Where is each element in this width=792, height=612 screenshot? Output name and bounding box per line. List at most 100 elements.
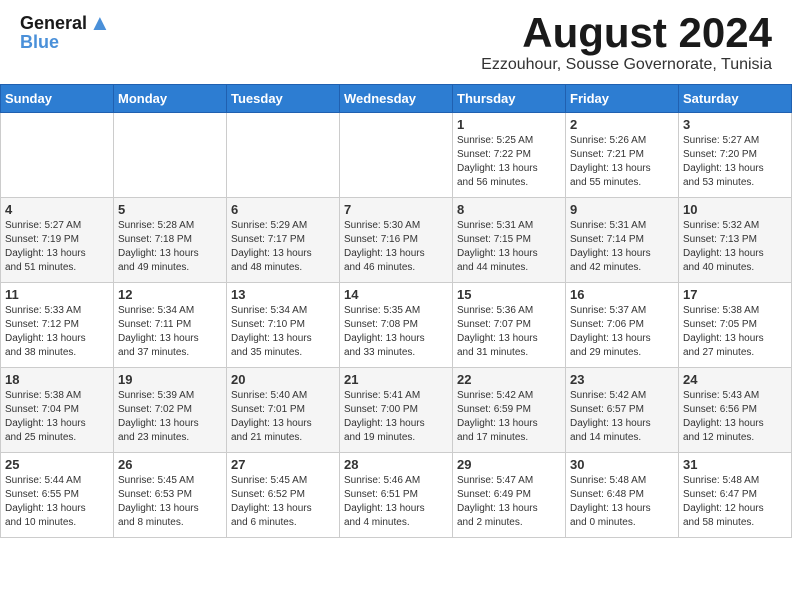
calendar-week-row: 25 Sunrise: 5:44 AM Sunset: 6:55 PM Dayli…	[1, 453, 792, 538]
day-info: Sunrise: 5:48 AM Sunset: 6:47 PM Dayligh…	[683, 474, 787, 530]
calendar-week-row: 4Sunrise: 5:27 AM Sunset: 7:19 PM Daylig…	[1, 198, 792, 283]
calendar-cell: 22 Sunrise: 5:42 AM Sunset: 6:59 PM Dayli…	[453, 368, 566, 453]
day-number: 10	[683, 202, 787, 217]
day-number: 17	[683, 287, 787, 302]
weekday-header: Tuesday	[227, 85, 340, 113]
calendar-header-row: SundayMondayTuesdayWednesdayThursdayFrid…	[1, 85, 792, 113]
day-number: 6	[231, 202, 335, 217]
day-info: Sunrise: 5:41 AM Sunset: 7:00 PM Dayligh…	[344, 389, 448, 445]
calendar-cell: 9 Sunrise: 5:31 AM Sunset: 7:14 PM Daylig…	[566, 198, 679, 283]
calendar-cell: 1 Sunrise: 5:25 AM Sunset: 7:22 PM Daylig…	[453, 113, 566, 198]
day-info: Sunrise: 5:35 AM Sunset: 7:08 PM Dayligh…	[344, 304, 448, 360]
calendar-cell	[1, 113, 114, 198]
calendar-cell: 13 Sunrise: 5:34 AM Sunset: 7:10 PM Dayli…	[227, 283, 340, 368]
weekday-header: Thursday	[453, 85, 566, 113]
day-info: Sunrise: 5:44 AM Sunset: 6:55 PM Dayligh…	[5, 474, 109, 530]
weekday-header: Monday	[114, 85, 227, 113]
calendar-cell: 29 Sunrise: 5:47 AM Sunset: 6:49 PM Dayli…	[453, 453, 566, 538]
calendar-cell: 2 Sunrise: 5:26 AM Sunset: 7:21 PM Daylig…	[566, 113, 679, 198]
weekday-header: Wednesday	[340, 85, 453, 113]
calendar-cell: 26Sunrise: 5:45 AM Sunset: 6:53 PM Dayli…	[114, 453, 227, 538]
page-header: General ▲ Blue August 2024 Ezzouhour, So…	[0, 0, 792, 79]
day-number: 27	[231, 457, 335, 472]
calendar-cell: 4Sunrise: 5:27 AM Sunset: 7:19 PM Daylig…	[1, 198, 114, 283]
calendar-cell: 23 Sunrise: 5:42 AM Sunset: 6:57 PM Dayli…	[566, 368, 679, 453]
logo-blue-text: Blue	[20, 32, 59, 53]
calendar-week-row: 18 Sunrise: 5:38 AM Sunset: 7:04 PM Dayli…	[1, 368, 792, 453]
day-number: 18	[5, 372, 109, 387]
day-number: 16	[570, 287, 674, 302]
day-info: Sunrise: 5:34 AM Sunset: 7:11 PM Dayligh…	[118, 304, 222, 360]
calendar-cell: 7Sunrise: 5:30 AM Sunset: 7:16 PM Daylig…	[340, 198, 453, 283]
calendar-cell: 27 Sunrise: 5:45 AM Sunset: 6:52 PM Dayli…	[227, 453, 340, 538]
logo: General ▲ Blue	[20, 10, 111, 53]
day-info: Sunrise: 5:40 AM Sunset: 7:01 PM Dayligh…	[231, 389, 335, 445]
day-number: 22	[457, 372, 561, 387]
day-info: Sunrise: 5:25 AM Sunset: 7:22 PM Dayligh…	[457, 134, 561, 190]
day-number: 7	[344, 202, 448, 217]
day-info: Sunrise: 5:43 AM Sunset: 6:56 PM Dayligh…	[683, 389, 787, 445]
day-info: Sunrise: 5:27 AM Sunset: 7:19 PM Dayligh…	[5, 219, 109, 275]
calendar-cell: 31 Sunrise: 5:48 AM Sunset: 6:47 PM Dayli…	[679, 453, 792, 538]
day-info: Sunrise: 5:37 AM Sunset: 7:06 PM Dayligh…	[570, 304, 674, 360]
calendar-cell: 30 Sunrise: 5:48 AM Sunset: 6:48 PM Dayli…	[566, 453, 679, 538]
calendar-cell: 3Sunrise: 5:27 AM Sunset: 7:20 PM Daylig…	[679, 113, 792, 198]
day-number: 8	[457, 202, 561, 217]
day-info: Sunrise: 5:47 AM Sunset: 6:49 PM Dayligh…	[457, 474, 561, 530]
calendar-cell: 16 Sunrise: 5:37 AM Sunset: 7:06 PM Dayli…	[566, 283, 679, 368]
logo-bird-icon: ▲	[89, 10, 111, 36]
calendar-cell	[340, 113, 453, 198]
day-number: 21	[344, 372, 448, 387]
day-info: Sunrise: 5:32 AM Sunset: 7:13 PM Dayligh…	[683, 219, 787, 275]
logo-text: General	[20, 13, 87, 34]
calendar-week-row: 1 Sunrise: 5:25 AM Sunset: 7:22 PM Daylig…	[1, 113, 792, 198]
weekday-header: Friday	[566, 85, 679, 113]
calendar-cell: 10 Sunrise: 5:32 AM Sunset: 7:13 PM Dayli…	[679, 198, 792, 283]
day-info: Sunrise: 5:28 AM Sunset: 7:18 PM Dayligh…	[118, 219, 222, 275]
weekday-header: Sunday	[1, 85, 114, 113]
calendar-cell: 18 Sunrise: 5:38 AM Sunset: 7:04 PM Dayli…	[1, 368, 114, 453]
calendar-cell: 20 Sunrise: 5:40 AM Sunset: 7:01 PM Dayli…	[227, 368, 340, 453]
day-number: 15	[457, 287, 561, 302]
calendar-table: SundayMondayTuesdayWednesdayThursdayFrid…	[0, 84, 792, 538]
day-info: Sunrise: 5:31 AM Sunset: 7:14 PM Dayligh…	[570, 219, 674, 275]
day-info: Sunrise: 5:42 AM Sunset: 6:57 PM Dayligh…	[570, 389, 674, 445]
calendar-cell: 6Sunrise: 5:29 AM Sunset: 7:17 PM Daylig…	[227, 198, 340, 283]
day-info: Sunrise: 5:46 AM Sunset: 6:51 PM Dayligh…	[344, 474, 448, 530]
day-number: 25	[5, 457, 109, 472]
day-info: Sunrise: 5:42 AM Sunset: 6:59 PM Dayligh…	[457, 389, 561, 445]
month-title: August 2024	[481, 10, 772, 56]
day-info: Sunrise: 5:48 AM Sunset: 6:48 PM Dayligh…	[570, 474, 674, 530]
day-info: Sunrise: 5:26 AM Sunset: 7:21 PM Dayligh…	[570, 134, 674, 190]
location-subtitle: Ezzouhour, Sousse Governorate, Tunisia	[481, 56, 772, 74]
day-number: 29	[457, 457, 561, 472]
day-number: 1	[457, 117, 561, 132]
day-info: Sunrise: 5:38 AM Sunset: 7:04 PM Dayligh…	[5, 389, 109, 445]
calendar-cell: 8Sunrise: 5:31 AM Sunset: 7:15 PM Daylig…	[453, 198, 566, 283]
calendar-cell: 11Sunrise: 5:33 AM Sunset: 7:12 PM Dayli…	[1, 283, 114, 368]
day-info: Sunrise: 5:45 AM Sunset: 6:52 PM Dayligh…	[231, 474, 335, 530]
calendar-cell: 19Sunrise: 5:39 AM Sunset: 7:02 PM Dayli…	[114, 368, 227, 453]
day-number: 26	[118, 457, 222, 472]
day-number: 12	[118, 287, 222, 302]
day-number: 30	[570, 457, 674, 472]
day-info: Sunrise: 5:39 AM Sunset: 7:02 PM Dayligh…	[118, 389, 222, 445]
calendar-cell: 5Sunrise: 5:28 AM Sunset: 7:18 PM Daylig…	[114, 198, 227, 283]
calendar-cell: 24Sunrise: 5:43 AM Sunset: 6:56 PM Dayli…	[679, 368, 792, 453]
calendar-cell	[114, 113, 227, 198]
calendar-cell: 17Sunrise: 5:38 AM Sunset: 7:05 PM Dayli…	[679, 283, 792, 368]
calendar-cell: 12 Sunrise: 5:34 AM Sunset: 7:11 PM Dayli…	[114, 283, 227, 368]
day-number: 2	[570, 117, 674, 132]
day-number: 23	[570, 372, 674, 387]
day-number: 11	[5, 287, 109, 302]
calendar-week-row: 11Sunrise: 5:33 AM Sunset: 7:12 PM Dayli…	[1, 283, 792, 368]
day-number: 20	[231, 372, 335, 387]
day-number: 9	[570, 202, 674, 217]
day-number: 31	[683, 457, 787, 472]
day-info: Sunrise: 5:27 AM Sunset: 7:20 PM Dayligh…	[683, 134, 787, 190]
day-number: 14	[344, 287, 448, 302]
day-number: 13	[231, 287, 335, 302]
day-number: 28	[344, 457, 448, 472]
day-info: Sunrise: 5:34 AM Sunset: 7:10 PM Dayligh…	[231, 304, 335, 360]
calendar-cell: 21 Sunrise: 5:41 AM Sunset: 7:00 PM Dayli…	[340, 368, 453, 453]
